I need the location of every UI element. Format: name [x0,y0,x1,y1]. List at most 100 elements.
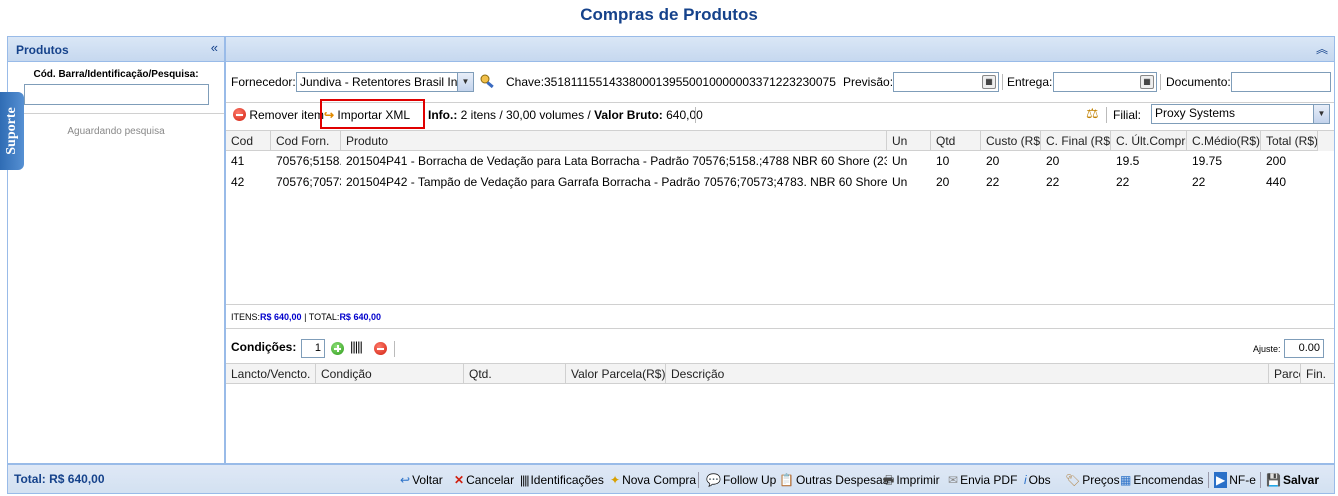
cancelar-label: Cancelar [466,473,515,487]
salvar-label: Salvar [1282,473,1319,487]
calendar-icon[interactable]: ▦ [1140,75,1154,89]
products-panel: Produtos « Cód. Barra/Identificação/Pesq… [7,36,225,464]
previsao-label: Previsão: [843,75,894,89]
valor-bruto-value: 640,00 [666,108,703,122]
supplier-search-icon[interactable] [478,72,496,90]
suporte-label: Suporte [4,107,19,155]
cell-un: Un [892,154,908,168]
divider [394,341,395,357]
entrega-date-input[interactable]: ▦ [1053,72,1157,92]
fornecedor-select[interactable]: Jundiva - Retentores Brasil Indú ▼ [296,72,474,92]
footer-total: Total: R$ 640,00 [14,472,105,486]
info-summary: Info.: 2 itens / 30,00 volumes / Valor B… [428,107,703,123]
previsao-date-input[interactable]: ▦ [893,72,999,92]
column-header[interactable]: Total (R$) [1261,131,1317,151]
precos-label: Preços [1082,473,1120,487]
scale-icon[interactable]: ⚖ [1086,105,1099,121]
identificacoes-label: Identificações [530,473,604,487]
cancelar-button[interactable]: ✕ Cancelar [454,472,514,488]
remove-icon [233,108,246,121]
imprimir-button[interactable]: 🖶 Imprimir [883,472,940,488]
column-header[interactable]: Parce [1269,364,1301,384]
divider [1208,472,1209,488]
column-header[interactable]: C. Final (R$) [1041,131,1111,151]
parcelas-grid-header: Lancto/Vencto. Condição Qtd. Valor Parce… [226,364,1334,384]
cell-cod-forn: 70576;70573 [276,175,341,189]
chevron-down-icon: ▼ [1313,105,1329,123]
cell-c-ult-compra: 22 [1116,175,1130,189]
nfe-button[interactable]: ▶ NF-e [1214,472,1256,488]
nova-compra-label: Nova Compra [622,473,697,487]
documento-input[interactable] [1231,72,1331,92]
remover-item-button[interactable]: Remover item [233,107,324,123]
calendar-icon[interactable]: ▦ [982,75,996,89]
barcode-icon[interactable]: ||||| [350,339,363,354]
collapse-left-icon[interactable]: « [211,40,218,55]
remove-condition-icon[interactable] [374,342,387,355]
voltar-label: Voltar [412,473,443,487]
totals-line: ITENS:R$ 640,00 | TOTAL:R$ 640,00 [226,304,1334,329]
nfe-label: NF-e [1229,473,1256,487]
ajuste-label: Ajuste: [1253,344,1281,354]
column-header[interactable]: Produto [341,131,887,151]
column-header[interactable]: Cod Forn. [271,131,341,151]
column-header[interactable]: Condição [316,364,464,384]
column-header[interactable]: C. Últ.Compra( [1111,131,1187,151]
suporte-tab[interactable]: Suporte [0,92,24,170]
salvar-button[interactable]: 💾 Salvar [1266,472,1319,488]
fornecedor-label: Fornecedor: [231,75,296,89]
envia-pdf-label: Envia PDF [960,473,1018,487]
ajuste-input[interactable]: 0.00 [1284,339,1324,358]
encomendas-button[interactable]: ▦ Encomendas [1120,472,1203,488]
add-condition-icon[interactable] [331,342,344,355]
encomendas-label: Encomendas [1133,473,1204,487]
column-header[interactable]: Custo (R$) [981,131,1041,151]
nfe-icon: ▶ [1214,472,1228,488]
search-input[interactable] [24,84,209,105]
table-icon: ▦ [1120,473,1132,487]
cell-c-final: 22 [1046,175,1060,189]
voltar-button[interactable]: ↩ Voltar [400,472,443,488]
cell-cod: 41 [231,154,245,168]
follow-up-button[interactable]: 💬 Follow Up [706,472,776,488]
collapse-up-icon[interactable]: ︽ [1316,40,1328,57]
column-header[interactable]: Lancto/Vencto. [226,364,316,384]
column-header[interactable]: Qtd. [464,364,566,384]
column-header[interactable]: Cod [226,131,271,151]
back-arrow-icon: ↩ [400,473,411,487]
precos-button[interactable]: 🏷 Preços [1065,472,1120,488]
column-header[interactable]: Un [887,131,931,151]
filial-value: Proxy Systems [1155,106,1236,120]
items-grid-header: Cod Cod Forn. Produto Un Qtd Custo (R$) … [226,131,1334,151]
filial-select[interactable]: Proxy Systems ▼ [1151,104,1330,124]
table-row[interactable]: 41 70576;5158.; 201504P41 - Borracha de … [226,151,1334,172]
importar-xml-highlight [320,99,425,129]
envia-pdf-button[interactable]: ✉ Envia PDF [948,472,1017,488]
column-header[interactable]: Descrição [666,364,1269,384]
price-tag-icon: 🏷 [1065,473,1081,487]
condicoes-input[interactable]: 1 [301,339,325,358]
documento-label: Documento: [1166,75,1231,89]
cell-cod: 42 [231,175,245,189]
info-label: Info.: [428,108,458,122]
column-header[interactable]: Valor Parcela(R$) [566,364,666,384]
cell-c-medio: 22 [1192,175,1206,189]
table-row[interactable]: 42 70576;70573 201504P42 - Tampão de Ved… [226,172,1334,193]
obs-button[interactable]: i Obs [1024,472,1051,488]
purchase-panel-header: ︽ [226,37,1334,62]
cell-c-final: 20 [1046,154,1060,168]
outras-despesas-button[interactable]: 📋 Outras Despesas [779,472,889,488]
itens-label: ITENS: [231,312,261,322]
identificacoes-button[interactable]: |||| Identificações [520,472,604,488]
items-grid: Cod Cod Forn. Produto Un Qtd Custo (R$) … [226,130,1334,304]
column-header[interactable]: Qtd [931,131,981,151]
divider [1106,107,1107,123]
search-label: Cód. Barra/Identificação/Pesquisa: [33,69,199,80]
footer-total-value: R$ 640,00 [49,472,105,486]
footer-bar: Total: R$ 640,00 ↩ Voltar ✕ Cancelar |||| I… [7,464,1335,494]
column-header[interactable]: Fin. [1301,364,1334,384]
nova-compra-button[interactable]: ✦ Nova Compra [610,472,696,488]
barcode-icon: |||| [520,473,530,487]
save-disk-icon: 💾 [1266,473,1281,487]
column-header[interactable]: C.Médio(R$) [1187,131,1261,151]
